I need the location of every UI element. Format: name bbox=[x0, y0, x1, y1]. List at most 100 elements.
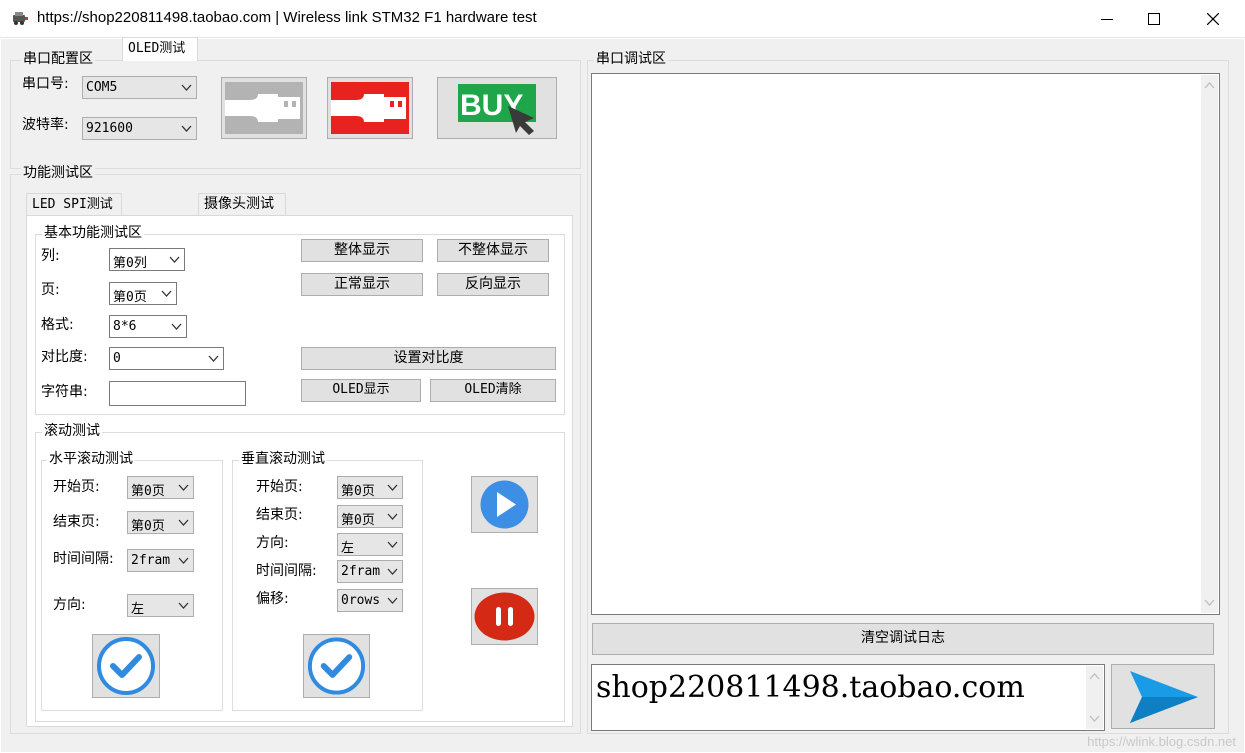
usb-connect-button[interactable] bbox=[327, 77, 413, 139]
oled-clear-button[interactable]: OLED清除 bbox=[430, 379, 556, 402]
v-interval-select[interactable]: 2fram bbox=[337, 560, 403, 583]
set-contrast-button[interactable]: 设置对比度 bbox=[301, 347, 556, 370]
chevron-down-icon bbox=[178, 602, 189, 609]
window-title: https://shop220811498.taobao.com | Wirel… bbox=[37, 9, 537, 26]
h-end-select[interactable]: 第0页 bbox=[127, 511, 194, 534]
oled-show-button[interactable]: OLED显示 bbox=[301, 379, 421, 402]
h-interval-value: 2fram bbox=[131, 553, 171, 568]
chevron-down-icon bbox=[178, 519, 189, 526]
chevron-down-icon[interactable] bbox=[1204, 598, 1215, 607]
serial-config-title: 串口配置区 bbox=[21, 51, 95, 67]
format-value: 8*6 bbox=[113, 319, 137, 334]
col-label: 列: bbox=[41, 248, 60, 264]
chevron-down-icon bbox=[387, 568, 398, 575]
chevron-down-icon bbox=[181, 125, 192, 132]
page-value: 第0页 bbox=[113, 290, 147, 305]
chevron-up-icon[interactable] bbox=[1089, 672, 1100, 681]
format-label: 格式: bbox=[41, 317, 74, 333]
chevron-down-icon bbox=[387, 541, 398, 548]
h-start-value: 第0页 bbox=[131, 484, 165, 499]
v-start-select[interactable]: 第0页 bbox=[337, 476, 403, 499]
v-end-select[interactable]: 第0页 bbox=[337, 505, 403, 528]
chevron-down-icon bbox=[387, 484, 398, 491]
send-input-text: shop220811498.taobao.com bbox=[596, 670, 1025, 705]
send-button[interactable] bbox=[1111, 664, 1215, 729]
chevron-down-icon bbox=[161, 290, 172, 297]
maximize-icon bbox=[1148, 13, 1160, 25]
chevron-down-icon bbox=[169, 256, 180, 263]
scroll-start-button[interactable] bbox=[471, 476, 538, 533]
send-input-scrollbar[interactable] bbox=[1086, 666, 1103, 729]
baud-select[interactable]: 921600 bbox=[82, 117, 197, 140]
string-input[interactable] bbox=[109, 381, 246, 406]
normal-display-button[interactable]: 正常显示 bbox=[301, 273, 423, 296]
h-end-label: 结束页: bbox=[53, 514, 100, 530]
watermark: https://wlink.blog.csdn.net bbox=[1087, 734, 1236, 749]
port-label: 串口号: bbox=[22, 76, 69, 92]
h-direction-select[interactable]: 左 bbox=[127, 594, 194, 617]
contrast-select[interactable]: 0 bbox=[109, 347, 224, 370]
chevron-down-icon[interactable] bbox=[1089, 714, 1100, 723]
usb-connect-icon bbox=[331, 82, 409, 134]
col-select[interactable]: 第0列 bbox=[109, 248, 185, 271]
h-direction-value: 左 bbox=[131, 602, 145, 617]
tab-camera[interactable]: 摄像头测试 bbox=[198, 193, 286, 215]
usb-disconnected-icon bbox=[225, 82, 303, 134]
v-direction-select[interactable]: 左 bbox=[337, 533, 403, 556]
tab-label: 摄像头测试 bbox=[204, 196, 274, 212]
h-start-label: 开始页: bbox=[53, 479, 100, 495]
contrast-value: 0 bbox=[113, 351, 121, 366]
check-icon bbox=[307, 637, 366, 695]
v-start-value: 第0页 bbox=[341, 484, 375, 499]
v-offset-value: 0rows bbox=[341, 593, 381, 608]
debug-log-scrollbar[interactable] bbox=[1201, 75, 1218, 613]
close-button[interactable] bbox=[1190, 0, 1236, 38]
tab-oled[interactable]: OLED测试 bbox=[122, 37, 198, 61]
basic-test-title: 基本功能测试区 bbox=[42, 225, 144, 241]
pause-icon bbox=[474, 592, 535, 641]
v-offset-select[interactable]: 0rows bbox=[337, 589, 403, 612]
chevron-down-icon bbox=[171, 323, 182, 330]
v-scroll-confirm-button[interactable] bbox=[303, 634, 370, 698]
app-icon bbox=[11, 10, 29, 26]
horizontal-scroll-title: 水平滚动测试 bbox=[47, 451, 135, 467]
chevron-down-icon bbox=[387, 597, 398, 604]
clear-log-button[interactable]: 清空调试日志 bbox=[592, 623, 1214, 655]
title-bar: https://shop220811498.taobao.com | Wirel… bbox=[0, 0, 1245, 38]
debug-log[interactable] bbox=[591, 73, 1220, 615]
v-interval-value: 2fram bbox=[341, 564, 381, 579]
h-direction-label: 方向: bbox=[53, 597, 86, 613]
chevron-down-icon bbox=[178, 557, 189, 564]
chevron-down-icon bbox=[181, 84, 192, 91]
close-icon bbox=[1207, 13, 1219, 25]
port-select[interactable]: COM5 bbox=[82, 76, 197, 99]
h-start-select[interactable]: 第0页 bbox=[127, 476, 194, 499]
string-label: 字符串: bbox=[41, 384, 88, 400]
col-value: 第0列 bbox=[113, 256, 147, 271]
minimize-icon bbox=[1101, 19, 1113, 20]
baud-label: 波特率: bbox=[22, 117, 69, 133]
scroll-stop-button[interactable] bbox=[471, 588, 538, 645]
full-display-button[interactable]: 整体显示 bbox=[301, 239, 423, 262]
page-select[interactable]: 第0页 bbox=[109, 282, 177, 305]
send-icon bbox=[1130, 671, 1198, 723]
maximize-button[interactable] bbox=[1131, 0, 1177, 38]
reverse-display-button[interactable]: 反向显示 bbox=[437, 273, 549, 296]
buy-button[interactable]: BUY bbox=[437, 77, 557, 139]
tab-label: LED SPI测试 bbox=[32, 197, 113, 212]
tab-label: OLED测试 bbox=[128, 41, 186, 56]
format-select[interactable]: 8*6 bbox=[109, 315, 187, 338]
chevron-up-icon[interactable] bbox=[1204, 81, 1215, 90]
v-end-label: 结束页: bbox=[256, 507, 303, 523]
usb-disconnect-button[interactable] bbox=[221, 77, 307, 139]
h-scroll-confirm-button[interactable] bbox=[92, 634, 160, 698]
port-value: COM5 bbox=[86, 80, 118, 95]
h-end-value: 第0页 bbox=[131, 519, 165, 534]
h-interval-select[interactable]: 2fram bbox=[127, 549, 194, 572]
tab-led-spi[interactable]: LED SPI测试 bbox=[26, 193, 122, 215]
v-direction-value: 左 bbox=[341, 541, 355, 556]
chevron-down-icon bbox=[178, 484, 189, 491]
not-full-display-button[interactable]: 不整体显示 bbox=[437, 239, 549, 262]
send-input[interactable]: shop220811498.taobao.com bbox=[591, 664, 1105, 731]
minimize-button[interactable] bbox=[1084, 0, 1130, 38]
